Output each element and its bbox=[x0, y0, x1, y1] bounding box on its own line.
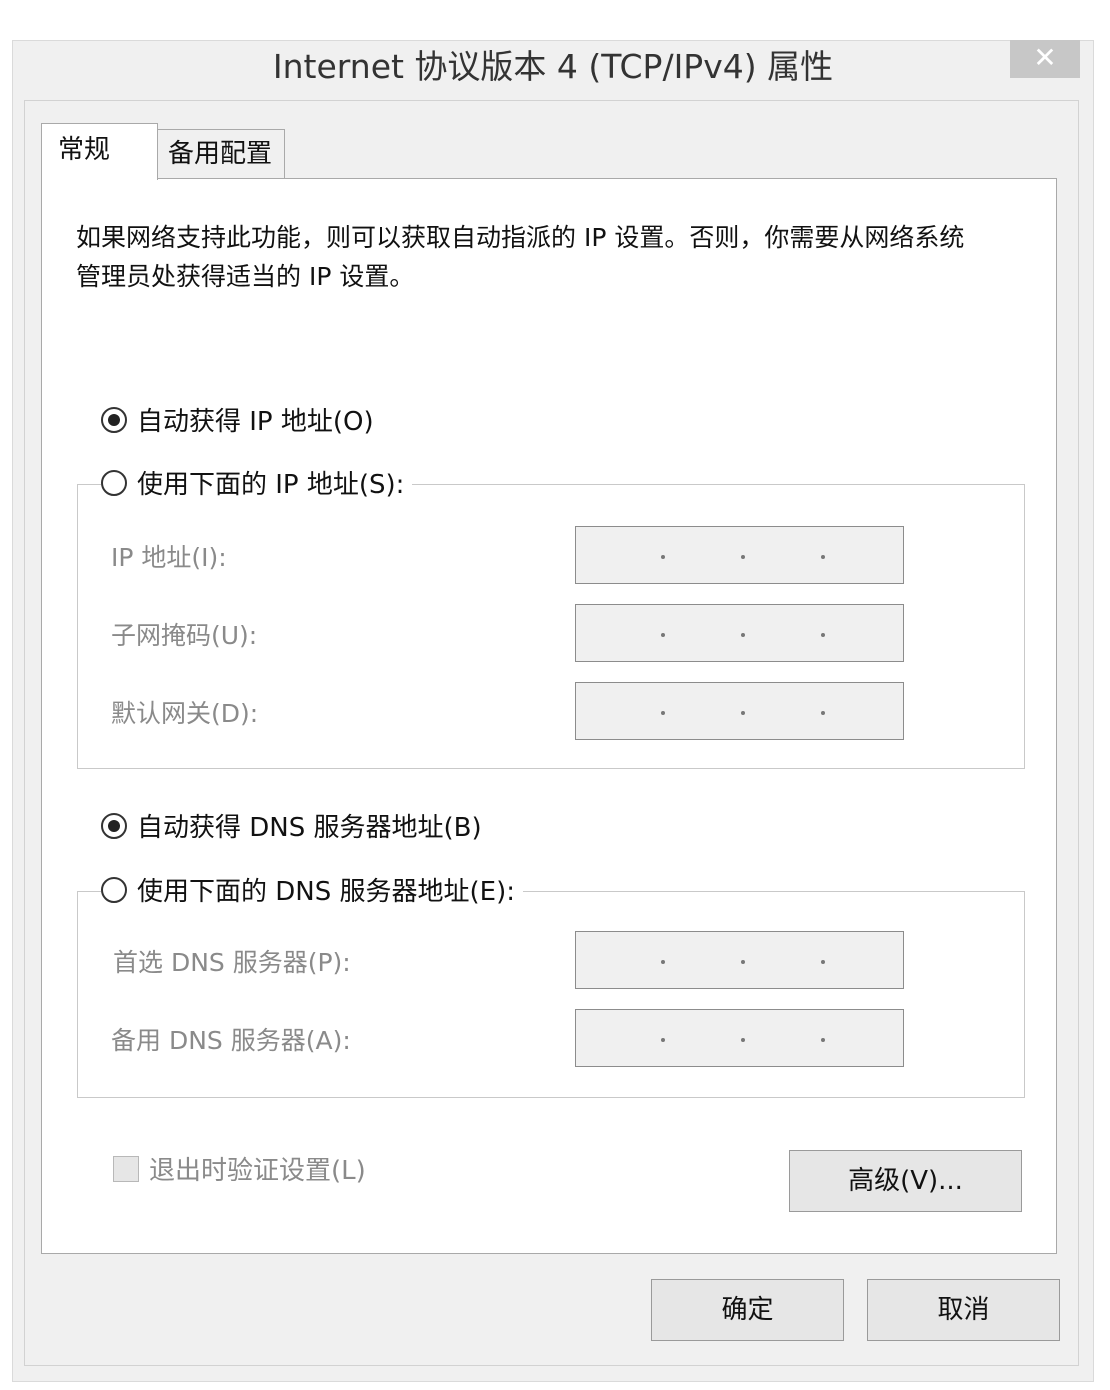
tab-alternate-configuration[interactable]: 备用配置 bbox=[157, 129, 285, 179]
alternate-dns-label: 备用 DNS 服务器(A): bbox=[111, 1026, 351, 1055]
ip-separator bbox=[821, 711, 825, 715]
ip-separator bbox=[821, 633, 825, 637]
ip-separator bbox=[661, 633, 665, 637]
ip-separator bbox=[741, 1038, 745, 1042]
radio-auto-dns-button[interactable] bbox=[101, 812, 127, 839]
radio-auto-ip-label: 自动获得 IP 地址(O) bbox=[137, 407, 374, 437]
ok-button[interactable]: 确定 bbox=[651, 1279, 844, 1341]
radio-manual-ip[interactable]: 使用下面的 IP 地址(S): bbox=[101, 464, 413, 501]
validate-on-exit-checkbox[interactable] bbox=[113, 1155, 139, 1182]
ip-address-label: IP 地址(I): bbox=[111, 543, 227, 572]
radio-manual-ip-button[interactable] bbox=[101, 469, 127, 496]
ip-separator bbox=[741, 633, 745, 637]
ip-separator bbox=[661, 960, 665, 964]
default-gateway-field[interactable] bbox=[575, 682, 904, 740]
ip-separator bbox=[661, 1038, 665, 1042]
ip-separator bbox=[741, 555, 745, 559]
window-title: Internet 协议版本 4 (TCP/IPv4) 属性 bbox=[272, 47, 834, 86]
default-gateway-label: 默认网关(D): bbox=[111, 699, 259, 728]
ip-separator bbox=[661, 555, 665, 559]
ip-separator bbox=[821, 555, 825, 559]
validate-on-exit-label: 退出时验证设置(L) bbox=[149, 1156, 366, 1186]
description-text: 如果网络支持此功能，则可以获取自动指派的 IP 设置。否则，你需要从网络系统管理… bbox=[76, 223, 965, 291]
close-button[interactable]: ✕ bbox=[1010, 40, 1080, 78]
close-icon: ✕ bbox=[1033, 41, 1057, 74]
preferred-dns-field[interactable] bbox=[575, 931, 904, 989]
subnet-mask-field[interactable] bbox=[575, 604, 904, 662]
ip-address-field[interactable] bbox=[575, 526, 904, 584]
ip-separator bbox=[821, 960, 825, 964]
radio-manual-dns-label: 使用下面的 DNS 服务器地址(E): bbox=[137, 877, 515, 907]
tab-general[interactable]: 常规 bbox=[41, 123, 158, 180]
validate-on-exit[interactable]: 退出时验证设置(L) bbox=[113, 1150, 366, 1187]
radio-auto-dns-label: 自动获得 DNS 服务器地址(B) bbox=[137, 813, 482, 843]
alternate-dns-field[interactable] bbox=[575, 1009, 904, 1067]
radio-manual-dns-button[interactable] bbox=[101, 876, 127, 903]
radio-manual-dns[interactable]: 使用下面的 DNS 服务器地址(E): bbox=[101, 871, 523, 908]
ip-separator bbox=[741, 711, 745, 715]
radio-auto-ip[interactable]: 自动获得 IP 地址(O) bbox=[101, 401, 382, 438]
radio-auto-dns[interactable]: 自动获得 DNS 服务器地址(B) bbox=[101, 807, 490, 844]
ip-separator bbox=[661, 711, 665, 715]
subnet-mask-label: 子网掩码(U): bbox=[111, 621, 258, 650]
radio-auto-ip-button[interactable] bbox=[101, 406, 127, 433]
cancel-button[interactable]: 取消 bbox=[867, 1279, 1060, 1341]
ip-separator bbox=[821, 1038, 825, 1042]
advanced-button[interactable]: 高级(V)... bbox=[789, 1150, 1022, 1212]
ip-separator bbox=[741, 960, 745, 964]
preferred-dns-label: 首选 DNS 服务器(P): bbox=[113, 948, 351, 977]
radio-manual-ip-label: 使用下面的 IP 地址(S): bbox=[137, 470, 405, 500]
